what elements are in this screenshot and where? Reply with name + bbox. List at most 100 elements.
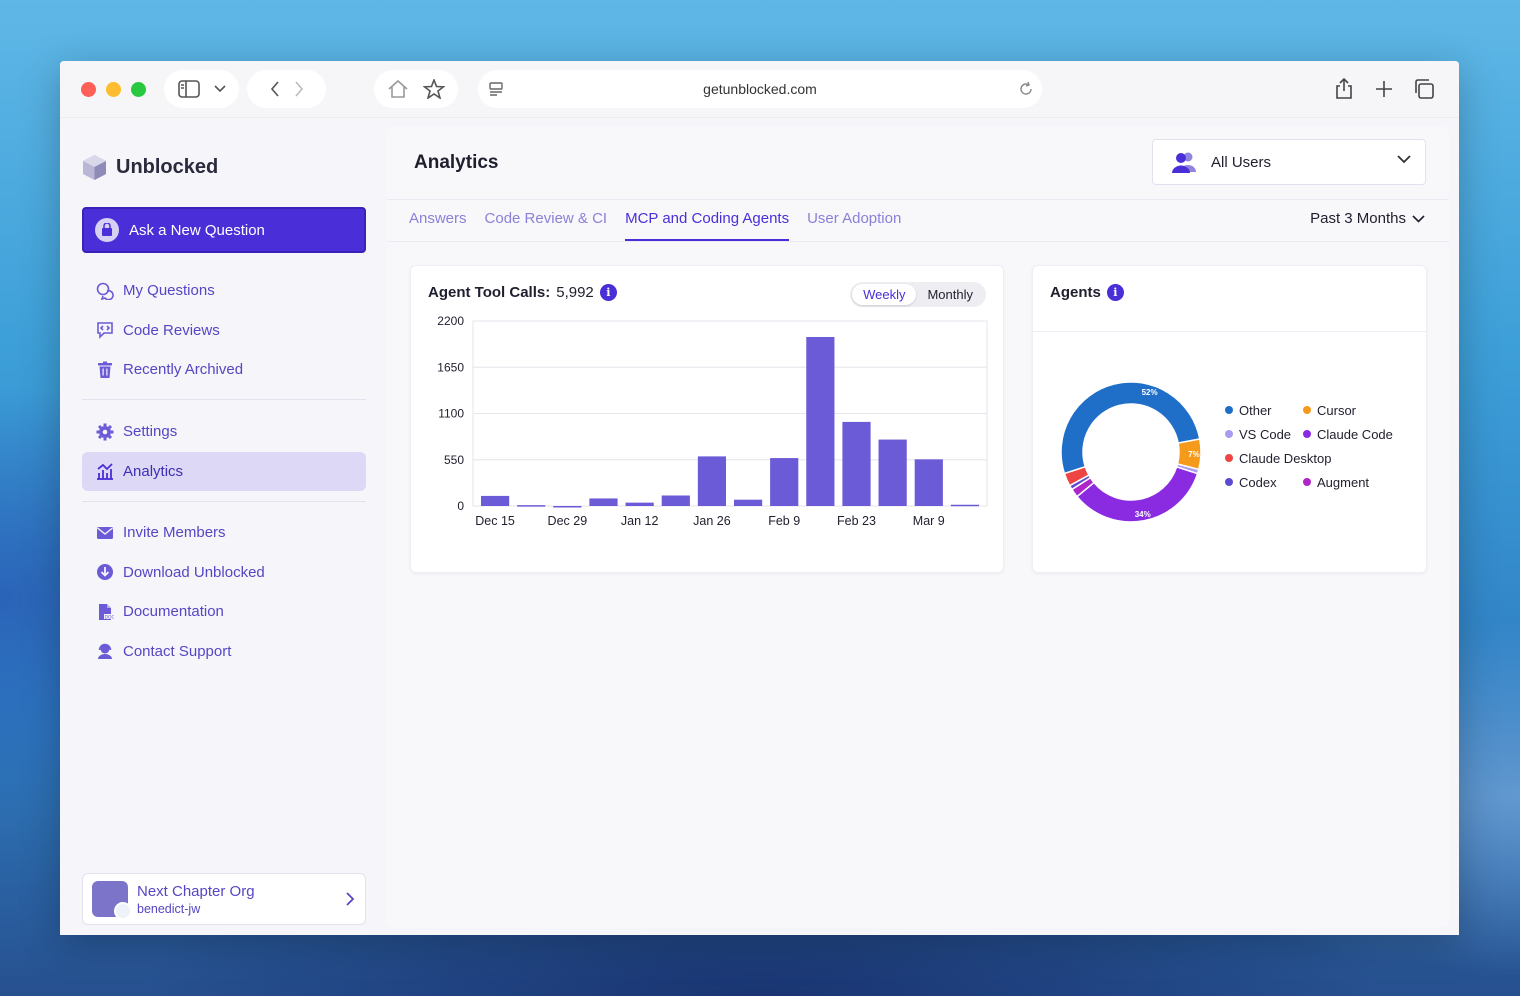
legend-label: VS Code [1239, 426, 1292, 442]
legend-item[interactable]: Augment [1303, 473, 1413, 491]
date-range-value: Past 3 Months [1310, 210, 1406, 227]
nav-buttons [247, 70, 326, 108]
legend-item[interactable]: Cursor [1303, 401, 1413, 419]
address-bar[interactable]: getunblocked.com [478, 70, 1042, 108]
star-icon[interactable] [423, 79, 445, 99]
info-icon[interactable]: i [1106, 284, 1124, 301]
code-review-icon [97, 322, 113, 340]
sidebar-item-settings[interactable]: Settings [82, 412, 366, 452]
forward-icon[interactable] [294, 81, 304, 97]
support-icon [98, 644, 112, 660]
mail-icon [97, 526, 113, 539]
sidebar-item-analytics[interactable]: Analytics [82, 451, 366, 491]
tab-user-adoption[interactable]: User Adoption [807, 200, 901, 241]
tab-overview-button[interactable] [1407, 70, 1441, 108]
x-tick-label: Jan 26 [693, 514, 731, 528]
minimize-window-button[interactable] [106, 82, 121, 97]
share-button[interactable] [1327, 70, 1361, 108]
page-title: Analytics [414, 152, 499, 173]
y-tick-label: 550 [444, 453, 464, 467]
org-switcher[interactable]: Next Chapter Org benedict-jw [82, 873, 366, 925]
home-icon[interactable] [387, 79, 409, 99]
share-icon [1336, 78, 1352, 99]
slice-label: 34% [1135, 510, 1151, 519]
zoom-window-button[interactable] [131, 82, 146, 97]
home-bookmark-group [374, 70, 458, 108]
x-tick-label: Feb 23 [837, 514, 876, 528]
agents-card: Agents i 52% 7% 34% Other Cursor VS Code Clau… [1032, 265, 1427, 573]
agents-legend: Other Cursor VS Code Claude Code Claude Desk… [1225, 401, 1413, 491]
legend-dot [1225, 478, 1233, 486]
page-settings-icon[interactable] [488, 81, 504, 97]
user-avatar [114, 902, 132, 920]
y-tick-label: 1100 [438, 407, 464, 421]
tabs-divider [387, 241, 1449, 242]
sidebar-divider [82, 501, 366, 502]
ask-new-question-button[interactable]: Ask a New Question [82, 207, 366, 253]
y-tick-label: 0 [457, 499, 464, 513]
legend-item[interactable]: Codex [1225, 473, 1303, 491]
agents-donut-chart: 52% 7% 34% [1060, 381, 1202, 523]
bar [733, 499, 763, 506]
org-info: Next Chapter Org benedict-jw [137, 883, 255, 916]
ask-new-question-label: Ask a New Question [129, 221, 265, 239]
reload-icon[interactable] [1018, 81, 1034, 97]
sidebar-item-label: Code Reviews [123, 321, 220, 339]
nav-group-resources: Invite Members Download Unblocked DOC Do… [82, 513, 366, 671]
tab-mcp-coding-agents[interactable]: MCP and Coding Agents [625, 200, 790, 241]
chat-bubbles-icon [96, 282, 114, 300]
sidebar-item-my-questions[interactable]: My Questions [82, 271, 366, 311]
legend-dot [1225, 406, 1233, 414]
back-icon[interactable] [270, 81, 280, 97]
sidebar-divider [82, 399, 366, 400]
unblocked-logo-icon [83, 155, 106, 180]
legend-label: Codex [1239, 474, 1277, 490]
legend-item[interactable]: Claude Desktop [1225, 449, 1413, 467]
nav-group-settings: Settings Analytics [82, 412, 366, 491]
legend-item[interactable]: Other [1225, 401, 1303, 419]
browser-actions [1327, 70, 1441, 108]
legend-label: Cursor [1317, 402, 1357, 418]
bar [589, 498, 618, 506]
bar [553, 506, 582, 508]
tab-answers[interactable]: Answers [409, 200, 467, 241]
sidebar-item-documentation[interactable]: DOC Documentation [82, 592, 366, 632]
legend-dot [1225, 430, 1233, 438]
tabs-icon [1415, 79, 1434, 99]
legend-item[interactable]: VS Code [1225, 425, 1303, 443]
legend-dot [1303, 430, 1311, 438]
close-window-button[interactable] [81, 82, 96, 97]
x-tick-label: Jan 12 [621, 514, 659, 528]
sidebar-item-label: Analytics [123, 462, 184, 480]
legend-item[interactable]: Claude Code [1303, 425, 1413, 443]
bar [625, 502, 654, 506]
agents-title-text: Agents [1050, 284, 1101, 301]
bar [842, 421, 871, 506]
sidebar-item-contact-support[interactable]: Contact Support [82, 632, 366, 672]
analytics-tabs: Answers Code Review & CI MCP and Coding … [409, 200, 901, 241]
sidebar-toggle-group[interactable] [164, 70, 239, 108]
x-tick-label: Dec 15 [475, 514, 515, 528]
new-tab-button[interactable] [1367, 70, 1401, 108]
bar [480, 495, 510, 506]
plus-icon [1376, 81, 1392, 97]
legend-label: Claude Desktop [1239, 450, 1332, 466]
tab-code-review-ci[interactable]: Code Review & CI [485, 200, 608, 241]
chevron-down-icon [1412, 214, 1425, 223]
gear-icon [96, 423, 114, 441]
sidebar-item-invite-members[interactable]: Invite Members [82, 513, 366, 553]
sidebar-item-recently-archived[interactable]: Recently Archived [82, 350, 366, 390]
user-filter-select[interactable]: All Users [1152, 139, 1426, 185]
sidebar-item-label: Download Unblocked [123, 563, 265, 581]
sidebar-item-download-unblocked[interactable]: Download Unblocked [82, 553, 366, 593]
download-icon [97, 564, 113, 581]
app-body: Unblocked Ask a New Question My Question… [60, 118, 1459, 935]
agents-title: Agents i [1050, 284, 1124, 301]
org-username: benedict-jw [137, 901, 201, 916]
bar [878, 439, 907, 506]
y-tick-label: 1650 [437, 360, 464, 374]
date-range-select[interactable]: Past 3 Months [1310, 210, 1425, 227]
chevron-down-icon [213, 85, 226, 93]
sidebar-item-code-reviews[interactable]: Code Reviews [82, 311, 366, 351]
brand[interactable]: Unblocked [82, 154, 218, 181]
